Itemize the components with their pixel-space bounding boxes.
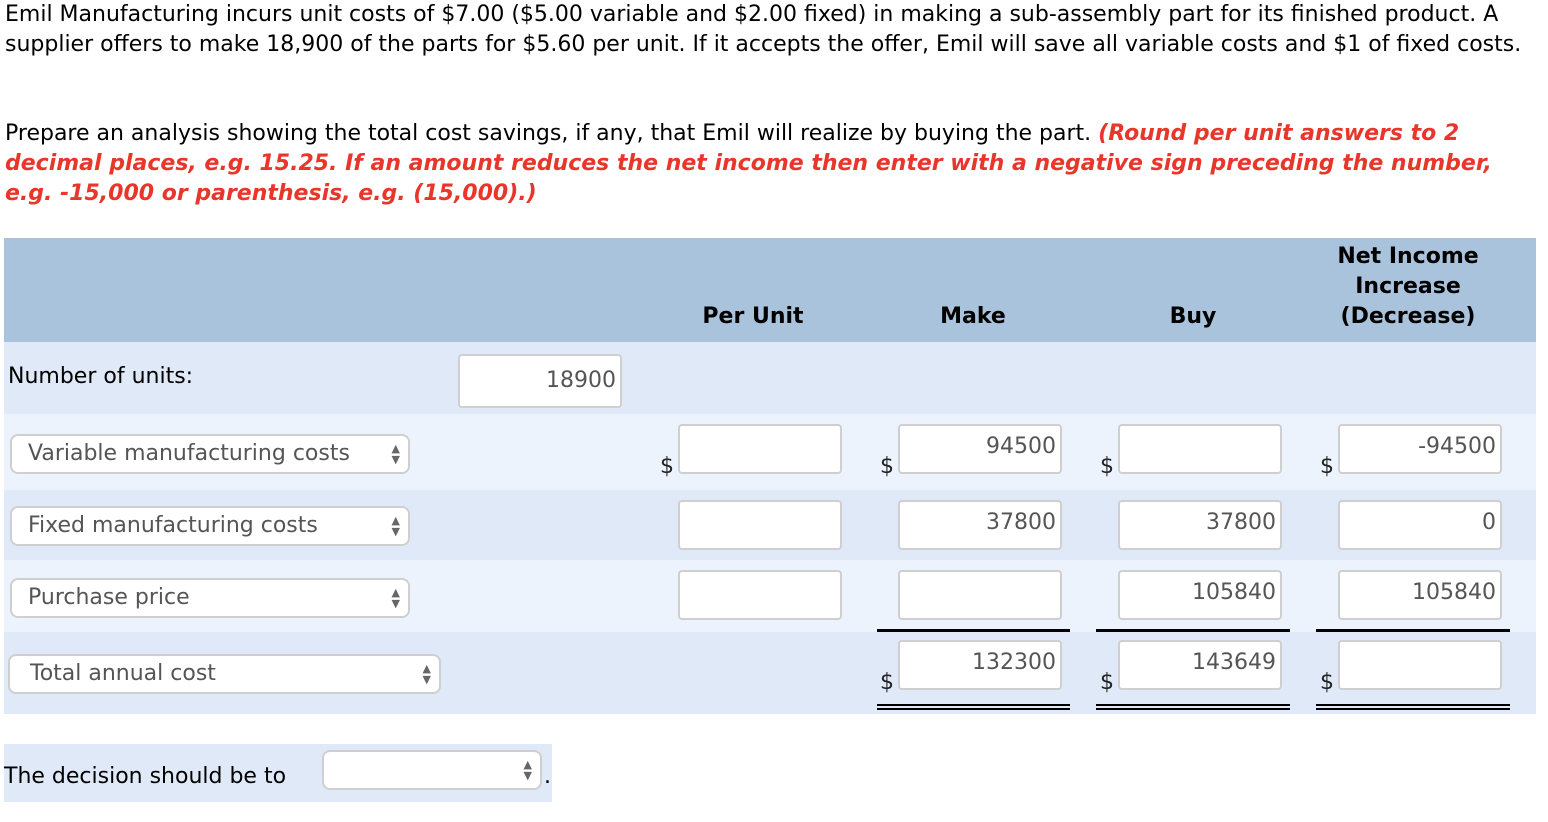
dollar-sign: $ [1320,454,1334,479]
row-label-select[interactable]: Fixed manufacturing costs ▲ ▼ [10,506,410,546]
row-label-value: Variable manufacturing costs [28,441,350,466]
header-net-line3: (Decrease) [1340,304,1476,329]
dollar-sign: $ [880,670,894,695]
total-double-line [1096,704,1290,710]
net-input[interactable]: -94500 [1338,424,1502,474]
header-per-unit: Per Unit [702,304,804,329]
make-input[interactable]: 94500 [898,424,1062,474]
header-buy: Buy [1169,304,1217,329]
dollar-sign: $ [1100,670,1114,695]
buy-input[interactable]: 105840 [1118,570,1282,620]
select-arrows-icon: ▲ ▼ [523,758,532,782]
total-double-line [877,704,1070,710]
dollar-sign: $ [880,454,894,479]
table-header: Per Unit Make Buy Net Income Increase (D… [4,238,1536,342]
instruction: Prepare an analysis showing the total co… [5,119,1505,209]
instruction-text: Prepare an analysis showing the total co… [5,121,1099,146]
dollar-sign: $ [1100,454,1114,479]
select-arrows-icon: ▲ ▼ [391,514,400,538]
per-unit-input[interactable] [678,570,842,620]
units-row: Number of units: 18900 [4,342,1536,414]
table-row: Fixed manufacturing costs ▲ ▼ 37800 37800 … [4,490,1536,560]
row-label-value: Fixed manufacturing costs [28,513,318,538]
header-net-income: Net Income Increase (Decrease) [1318,242,1498,332]
header-net-line1: Net Income [1337,244,1479,269]
header-net-line2: Increase [1355,274,1461,299]
units-input[interactable]: 18900 [458,354,622,408]
problem-statement: Emil Manufacturing incurs unit costs of … [5,2,1522,57]
total-double-line [1316,704,1510,710]
units-label: Number of units: [8,364,194,389]
table-row: Purchase price ▲ ▼ 105840 105840 [4,560,1536,632]
dollar-sign: $ [660,454,674,479]
decision-label: The decision should be to [4,764,287,789]
total-label-value: Total annual cost [30,661,216,686]
total-buy-input[interactable]: 143649 [1118,640,1282,690]
per-unit-input[interactable] [678,424,842,474]
per-unit-input[interactable] [678,500,842,550]
total-row: Total annual cost ▲ ▼ $ 132300 $ 143649 $ [4,632,1536,714]
net-input[interactable]: 0 [1338,500,1502,550]
make-input[interactable] [898,570,1062,620]
decision-select[interactable]: ▲ ▼ [322,750,542,790]
total-label-select[interactable]: Total annual cost ▲ ▼ [8,654,441,694]
dollar-sign: $ [1320,670,1334,695]
total-net-input[interactable] [1338,640,1502,690]
row-label-select[interactable]: Variable manufacturing costs ▲ ▼ [10,434,410,474]
header-make: Make [940,304,1006,329]
table-row: Variable manufacturing costs ▲ ▼ $ $ 94500… [4,414,1536,490]
select-arrows-icon: ▲ ▼ [391,442,400,466]
question-text: Emil Manufacturing incurs unit costs of … [5,0,1535,206]
decision-period: . [544,764,551,789]
buy-input[interactable]: 37800 [1118,500,1282,550]
row-label-value: Purchase price [28,585,190,610]
total-make-input[interactable]: 132300 [898,640,1062,690]
net-input[interactable]: 105840 [1338,570,1502,620]
select-arrows-icon: ▲ ▼ [422,662,431,686]
decision-row: The decision should be to ▲ ▼ . [4,744,552,802]
make-input[interactable]: 37800 [898,500,1062,550]
select-arrows-icon: ▲ ▼ [391,586,400,610]
buy-input[interactable] [1118,424,1282,474]
row-label-select[interactable]: Purchase price ▲ ▼ [10,578,410,618]
